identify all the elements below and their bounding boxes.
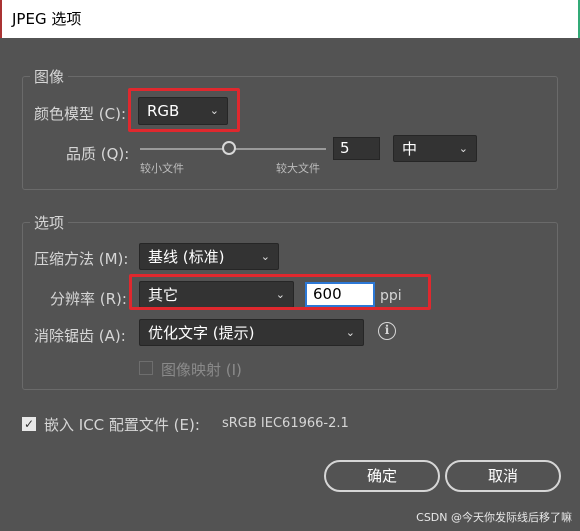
embed-icc-checkbox[interactable]: ✓ xyxy=(22,417,36,431)
imagemap-label: 图像映射 (I) xyxy=(161,361,242,379)
image-group-title: 图像 xyxy=(30,66,69,87)
compression-label: 压缩方法 (M): xyxy=(34,250,129,268)
color-model-highlight xyxy=(128,88,240,132)
quality-input[interactable]: 5 xyxy=(333,137,380,160)
watermark: CSDN @今天你发际线后移了嘛 xyxy=(416,511,572,524)
antialias-label: 消除锯齿 (A): xyxy=(34,327,126,345)
cancel-button[interactable]: 取消 xyxy=(445,460,561,492)
chevron-down-icon: ⌄ xyxy=(260,249,270,263)
resolution-label: 分辨率 (R): xyxy=(50,290,127,308)
quality-level-value: 中 xyxy=(402,140,418,158)
slider-max-label: 较大文件 xyxy=(276,162,320,175)
antialias-dropdown[interactable]: 优化文字 (提示) ⌄ xyxy=(139,319,364,346)
info-icon[interactable]: i xyxy=(378,322,396,340)
color-model-label: 颜色模型 (C): xyxy=(34,105,126,123)
resolution-highlight xyxy=(129,274,431,310)
compression-dropdown[interactable]: 基线 (标准) ⌄ xyxy=(139,243,279,270)
embed-icc-label: 嵌入 ICC 配置文件 (E): xyxy=(44,416,200,434)
slider-min-label: 较小文件 xyxy=(140,162,184,175)
chevron-down-icon: ⌄ xyxy=(345,325,355,339)
chevron-down-icon: ⌄ xyxy=(458,141,468,155)
quality-level-dropdown[interactable]: 中 ⌄ xyxy=(393,135,477,162)
ok-button[interactable]: 确定 xyxy=(324,460,440,492)
quality-label: 品质 (Q): xyxy=(66,145,130,163)
embed-icc-profile: sRGB IEC61966-2.1 xyxy=(222,416,349,431)
imagemap-checkbox[interactable] xyxy=(139,361,153,375)
window-title: JPEG 选项 xyxy=(0,0,580,38)
quality-slider-thumb[interactable] xyxy=(222,141,236,155)
options-group-title: 选项 xyxy=(30,212,69,233)
compression-value: 基线 (标准) xyxy=(148,248,225,266)
antialias-value: 优化文字 (提示) xyxy=(148,324,255,342)
